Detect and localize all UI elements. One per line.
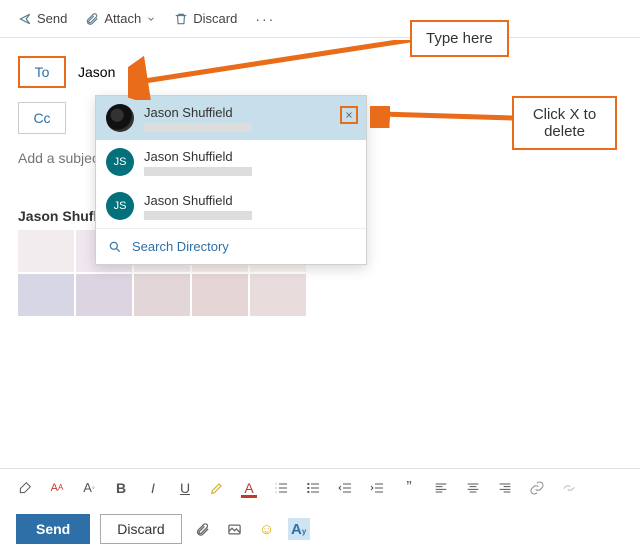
attach-inline-button[interactable] [192,518,214,540]
attach-button[interactable]: Attach [77,6,164,31]
callout-click-x: Click X to delete [512,96,617,150]
autocomplete-text: Jason Shuffield [144,193,252,220]
format-a-icon: Ay [291,521,306,538]
insert-link-button[interactable] [524,475,550,501]
quote-button[interactable]: ” [396,475,422,501]
contact-sub [144,123,252,132]
send-primary-button[interactable]: Send [16,514,90,544]
list-ol-icon [273,480,289,496]
formatting-toolbar: AA A◦ B I U A ” [0,468,640,506]
emoji-icon: ☺ [259,521,274,538]
align-left-icon [433,480,449,496]
paperclip-icon [195,522,210,537]
discard-secondary-button[interactable]: Discard [100,514,181,544]
contact-name: Jason Shuffield [144,149,252,164]
autocomplete-item[interactable]: JS Jason Shuffield [96,184,366,228]
search-directory-button[interactable]: Search Directory [96,228,366,264]
discard-label: Discard [193,11,237,26]
to-row: To [18,56,622,88]
align-right-icon [497,480,513,496]
indent-button[interactable] [364,475,390,501]
swatch [192,274,248,316]
align-left-button[interactable] [428,475,454,501]
highlight-button[interactable] [204,475,230,501]
avatar: JS [106,148,134,176]
autocomplete-text: Jason Shuffield [144,149,252,176]
to-button[interactable]: To [18,56,66,88]
discard-button[interactable]: Discard [166,6,245,31]
bold-button[interactable]: B [108,475,134,501]
align-center-button[interactable] [460,475,486,501]
autocomplete-item[interactable]: JS Jason Shuffield [96,140,366,184]
callout-text-line2: delete [524,123,605,140]
paint-format-button[interactable] [12,475,38,501]
highlight-icon [209,480,225,496]
numbered-list-button[interactable] [268,475,294,501]
clear-format-button[interactable]: A◦ [76,475,102,501]
autocomplete-item[interactable]: Jason Shuffield [96,96,366,140]
contact-sub [144,211,252,220]
remove-suggestion-button[interactable] [340,106,358,124]
avatar [106,104,134,132]
contact-sub [144,167,252,176]
autocomplete-dropdown: Jason Shuffield JS Jason Shuffield JS Ja… [95,95,367,265]
format-toggle-button[interactable]: Ay [288,518,310,540]
bulleted-list-button[interactable] [300,475,326,501]
avatar: JS [106,192,134,220]
unlink-icon [561,480,577,496]
top-toolbar: Send Attach Discard ··· [0,0,640,38]
bottom-bar: Send Discard ☺ Ay [0,510,640,548]
close-icon [344,110,354,120]
callout-text: Type here [426,30,493,47]
contact-name: Jason Shuffield [144,105,252,120]
attach-label: Attach [104,11,141,26]
autocomplete-text: Jason Shuffield [144,105,252,132]
contact-name: Jason Shuffield [144,193,252,208]
font-color-button[interactable]: A [236,475,262,501]
callout-text-line1: Click X to [524,106,605,123]
cc-button[interactable]: Cc [18,102,66,134]
paperclip-icon [85,12,99,26]
font-size-button[interactable]: AA [44,475,70,501]
send-button[interactable]: Send [10,6,75,31]
swatch [18,230,74,272]
emoji-button[interactable]: ☺ [256,518,278,540]
to-input[interactable] [76,60,236,84]
send-icon [18,12,32,26]
search-directory-label: Search Directory [132,239,229,254]
swatch [18,274,74,316]
align-right-button[interactable] [492,475,518,501]
outdent-icon [337,480,353,496]
italic-button[interactable]: I [140,475,166,501]
swatch [250,274,306,316]
callout-type-here: Type here [410,20,509,57]
trash-icon [174,12,188,26]
indent-icon [369,480,385,496]
image-icon [227,522,242,537]
outdent-button[interactable] [332,475,358,501]
swatch [134,274,190,316]
more-button[interactable]: ··· [247,11,283,27]
underline-button[interactable]: U [172,475,198,501]
chevron-down-icon [146,14,156,24]
list-ul-icon [305,480,321,496]
link-icon [529,480,545,496]
paint-icon [17,480,33,496]
insert-image-button[interactable] [224,518,246,540]
search-icon [108,240,122,254]
send-label: Send [37,11,67,26]
swatch [76,274,132,316]
align-center-icon [465,480,481,496]
remove-link-button[interactable] [556,475,582,501]
